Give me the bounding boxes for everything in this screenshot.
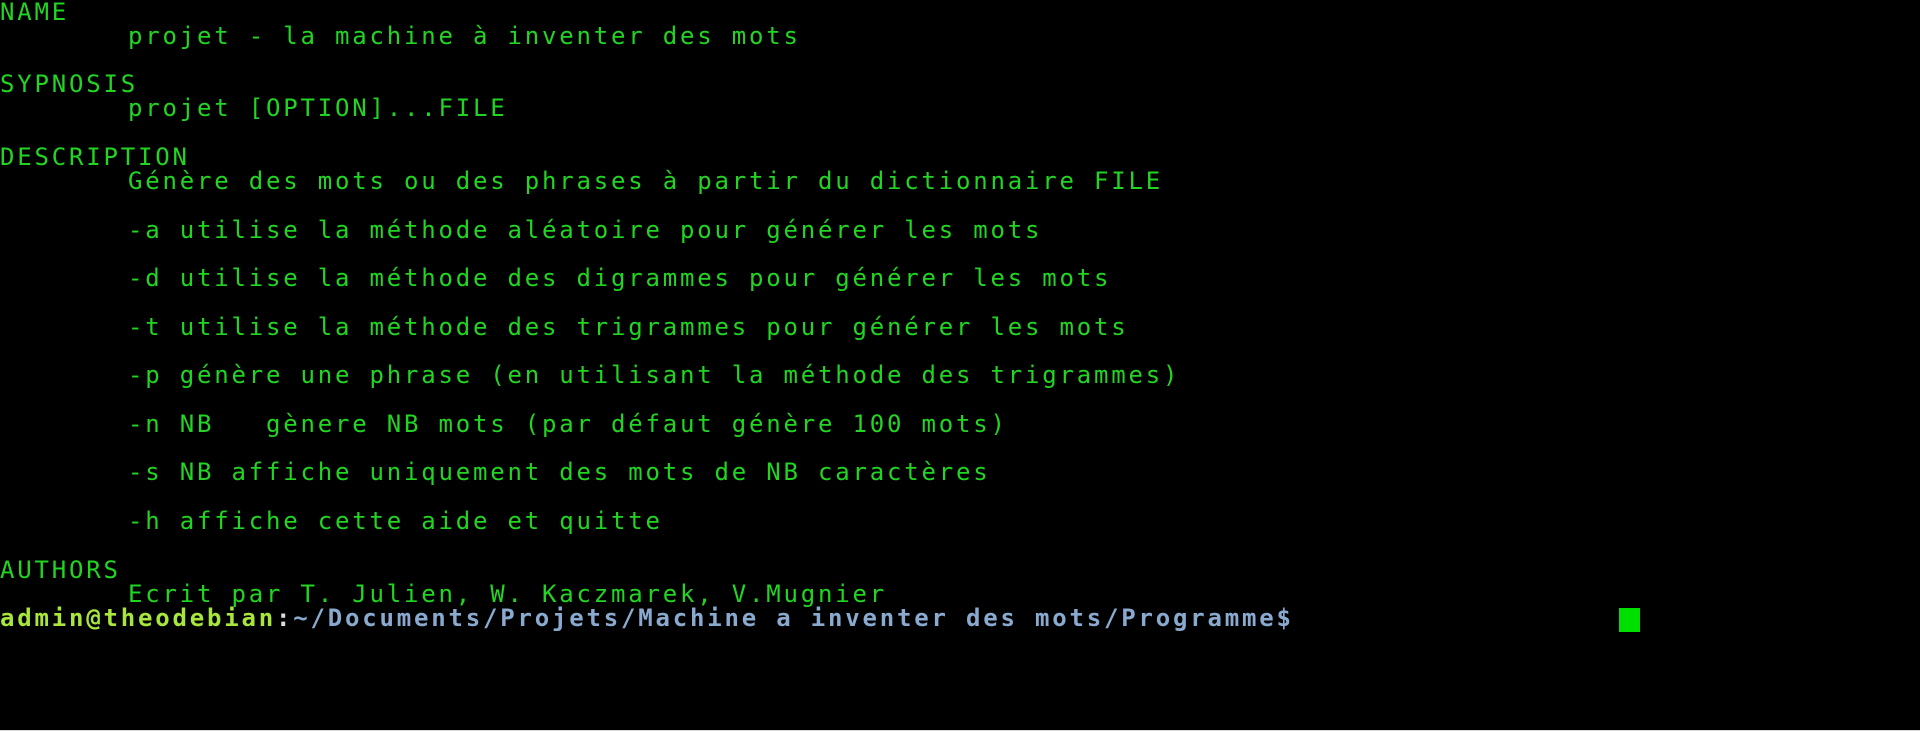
option-h: -h affiche cette aide et quitte [128, 507, 663, 535]
terminal-window[interactable]: NAME projet - la machine à inventer des … [0, 0, 1920, 731]
text-cursor[interactable] [1619, 608, 1640, 632]
synopsis-text: projet [OPTION]...FILE [128, 94, 508, 122]
authors-heading: AUTHORS [0, 556, 121, 584]
name-text: projet - la machine à inventer des mots [128, 22, 801, 50]
prompt-path: ~/Documents/Projets/Machine a inventer d… [293, 604, 1294, 632]
prompt-user-host: admin@theodebian [0, 604, 276, 632]
synopsis-heading: SYPNOSIS [0, 70, 138, 98]
option-t: -t utilise la méthode des trigrammes pou… [128, 313, 1129, 341]
option-p: -p génère une phrase (en utilisant la mé… [128, 361, 1181, 389]
description-heading: DESCRIPTION [0, 143, 190, 171]
option-a: -a utilise la méthode aléatoire pour gén… [128, 216, 1043, 244]
option-s: -s NB affiche uniquement des mots de NB … [128, 458, 991, 486]
name-heading: NAME [0, 0, 69, 26]
prompt-separator: : [276, 604, 294, 632]
authors-text: Ecrit par T. Julien, W. Kaczmarek, V.Mug… [128, 580, 887, 608]
description-text: Génère des mots ou des phrases à partir … [128, 167, 1163, 195]
option-d: -d utilise la méthode des digrammes pour… [128, 264, 1112, 292]
shell-prompt: admin@theodebian:~/Documents/Projets/Mac… [0, 606, 1294, 630]
option-n: -n NB gènere NB mots (par défaut génère … [128, 410, 1008, 438]
